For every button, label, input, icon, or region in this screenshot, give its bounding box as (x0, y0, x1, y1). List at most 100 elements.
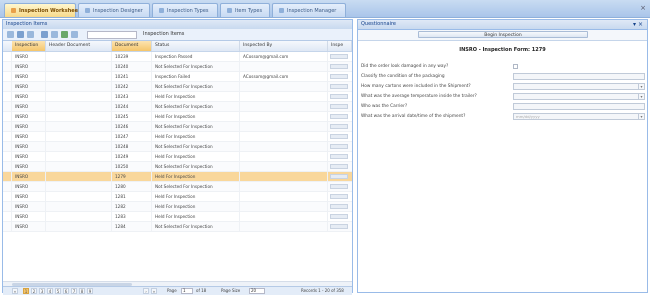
page-number-button[interactable]: 2 (31, 288, 37, 294)
page-number-button[interactable]: 7 (71, 288, 77, 294)
chevron-down-icon[interactable]: ▾ (638, 84, 644, 89)
table-row[interactable]: INSRO 10241 Inspection Failed ACossom@gmail… (3, 72, 352, 82)
row-action-button[interactable] (330, 94, 348, 99)
answer-input[interactable] (513, 103, 645, 110)
tab-inspection-worksheet[interactable]: Inspection Worksheet (4, 3, 80, 17)
table-row[interactable]: INSRO 1280 Not Selected For Inspection (3, 182, 352, 192)
row-action-button[interactable] (330, 84, 348, 89)
table-row[interactable]: INSRO 10248 Not Selected For Inspection (3, 142, 352, 152)
row-action-button[interactable] (330, 184, 348, 189)
table-row[interactable]: INSRO 1282 Held For Inspection (3, 202, 352, 212)
row-action-button[interactable] (330, 54, 348, 59)
row-action-button[interactable] (330, 74, 348, 79)
answer-checkbox[interactable] (513, 64, 518, 69)
row-marker[interactable] (3, 172, 12, 181)
col-header-document[interactable]: Header Document (46, 41, 112, 51)
row-marker[interactable] (3, 82, 12, 91)
col-inspection[interactable]: Inspection (12, 41, 46, 51)
answer-input[interactable] (513, 73, 645, 80)
row-action-button[interactable] (330, 154, 348, 159)
chevron-down-icon[interactable]: ▾ (638, 94, 644, 99)
row-action-button[interactable] (330, 114, 348, 119)
row-marker[interactable] (3, 192, 12, 201)
row-marker[interactable] (3, 222, 12, 231)
row-marker[interactable] (3, 92, 12, 101)
page-number-button[interactable]: 9 (87, 288, 93, 294)
row-action-button[interactable] (330, 144, 348, 149)
col-inspected-by[interactable]: Inspected By (240, 41, 328, 51)
page-number-button[interactable]: 5 (55, 288, 61, 294)
page-size-select[interactable]: 20 (249, 288, 265, 294)
answer-select[interactable]: mm/dd/yyyy ▾ (513, 113, 645, 120)
row-marker[interactable] (3, 182, 12, 191)
chevron-down-icon[interactable]: ▾ (638, 114, 644, 119)
row-action-button[interactable] (330, 194, 348, 199)
row-action-button[interactable] (330, 64, 348, 69)
row-action-button[interactable] (330, 204, 348, 209)
export-icon[interactable] (51, 31, 58, 38)
table-row[interactable]: INSRO 10250 Not Selected For Inspection (3, 162, 352, 172)
col-status[interactable]: Status (152, 41, 240, 51)
page-number-button[interactable]: 4 (47, 288, 53, 294)
row-marker[interactable] (3, 202, 12, 211)
table-row[interactable]: INSRO 10244 Not Selected For Inspection (3, 102, 352, 112)
tab-item-types[interactable]: Item Types (220, 3, 270, 17)
row-marker[interactable] (3, 122, 12, 131)
table-row[interactable]: INSRO 10246 Not Selected For Inspection (3, 122, 352, 132)
table-row[interactable]: INSRO 1283 Held For Inspection (3, 212, 352, 222)
page-number-button[interactable]: 3 (39, 288, 45, 294)
row-action-button[interactable] (330, 124, 348, 129)
menu-icon[interactable] (71, 31, 78, 38)
next-page-icon[interactable]: › (143, 288, 149, 294)
row-marker[interactable] (3, 102, 12, 111)
row-marker[interactable] (3, 152, 12, 161)
refresh-icon[interactable] (17, 31, 24, 38)
close-icon[interactable]: × (640, 4, 646, 12)
row-marker[interactable] (3, 212, 12, 221)
filter-icon[interactable] (27, 31, 34, 38)
table-row[interactable]: INSRO 10239 Inspection Passed ACossom@gmail… (3, 52, 352, 62)
page-number-button[interactable]: 8 (79, 288, 85, 294)
table-row[interactable]: INSRO 10243 Held For Inspection (3, 92, 352, 102)
panel-tools-icon[interactable]: ▾ × (633, 20, 643, 29)
add-icon[interactable] (41, 31, 48, 38)
table-row[interactable]: INSRO 10245 Held For Inspection (3, 112, 352, 122)
excel-icon[interactable] (61, 31, 68, 38)
table-row[interactable]: INSRO 10247 Held For Inspection (3, 132, 352, 142)
row-action-button[interactable] (330, 214, 348, 219)
search-input[interactable] (87, 31, 137, 39)
first-icon[interactable] (7, 31, 14, 38)
tab-inspection-manager[interactable]: Inspection Manager (272, 3, 346, 17)
row-action-button[interactable] (330, 224, 348, 229)
row-action-button[interactable] (330, 134, 348, 139)
page-input[interactable]: 1 (181, 288, 193, 294)
table-row[interactable]: INSRO 1284 Not Selected For Inspection (3, 222, 352, 232)
question-row: Did the order look damaged in any way? (361, 63, 645, 72)
table-row[interactable]: INSRO 1279 Held For Inspection (3, 172, 352, 182)
row-action-button[interactable] (330, 104, 348, 109)
row-marker[interactable] (3, 142, 12, 151)
col-document[interactable]: Document (112, 41, 152, 51)
table-row[interactable]: INSRO 10249 Held For Inspection (3, 152, 352, 162)
row-marker[interactable] (3, 112, 12, 121)
page-number-button[interactable]: 1 (23, 288, 29, 294)
answer-select[interactable]: ▾ (513, 83, 645, 90)
tab-inspection-types[interactable]: Inspection Types (152, 3, 218, 17)
last-page-icon[interactable]: » (151, 288, 157, 294)
row-marker[interactable] (3, 72, 12, 81)
table-row[interactable]: INSRO 10242 Not Selected For Inspection (3, 82, 352, 92)
row-marker[interactable] (3, 162, 12, 171)
row-action-button[interactable] (330, 164, 348, 169)
tab-inspection-designer[interactable]: Inspection Designer (78, 3, 150, 17)
table-row[interactable]: INSRO 10240 Not Selected For Inspection (3, 62, 352, 72)
page-number-button[interactable]: 6 (63, 288, 69, 294)
row-marker[interactable] (3, 62, 12, 71)
answer-select[interactable]: ▾ (513, 93, 645, 100)
first-page-icon[interactable]: « (12, 288, 18, 294)
table-row[interactable]: INSRO 1281 Held For Inspection (3, 192, 352, 202)
row-action-button[interactable] (330, 174, 348, 179)
row-marker[interactable] (3, 132, 12, 141)
row-marker[interactable] (3, 52, 12, 61)
col-inspe[interactable]: Inspe (328, 41, 352, 51)
begin-inspection-button[interactable]: Begin Inspection (418, 31, 588, 38)
